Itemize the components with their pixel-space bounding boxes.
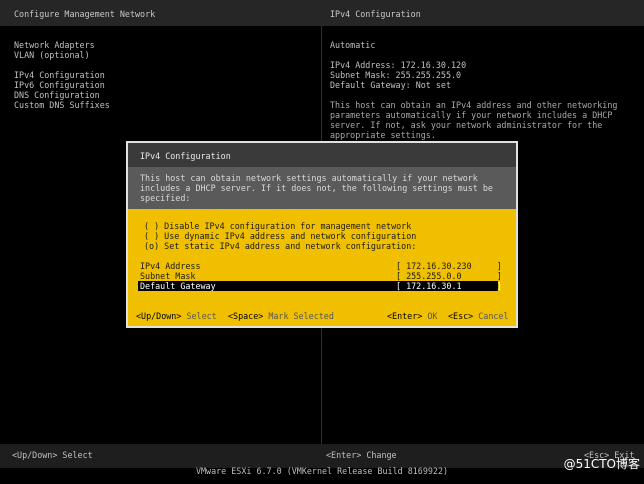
info-default-gateway: Default Gateway: Not set [330, 80, 452, 90]
menu-item-ipv4-configuration[interactable]: IPv4 Configuration [14, 70, 110, 80]
ipv4-address-label: IPv4 Address [140, 261, 201, 271]
option-dynamic-ipv4[interactable]: ( ) Use dynamic IPv4 address and network… [144, 231, 416, 241]
key-hint-space: <Space> Mark Selected [228, 311, 334, 321]
key-esc-action: Cancel [478, 311, 509, 321]
default-gateway-field[interactable]: [ 172.16.30.1 ] [396, 281, 502, 291]
menu-item-dns-configuration[interactable]: DNS Configuration [14, 90, 110, 100]
menu-item-custom-dns-suffixes[interactable]: Custom DNS Suffixes [14, 100, 110, 110]
key-updown: <Up/Down> [136, 311, 182, 321]
top-header-bar: Configure Management Network IPv4 Config… [0, 0, 644, 26]
key-hint-updown: <Up/Down> Select [136, 311, 217, 321]
option-static-ipv4[interactable]: (o) Set static IPv4 address and network … [144, 241, 416, 251]
header-right-title: IPv4 Configuration [330, 9, 421, 19]
ipv4-config-dialog: IPv4 Configuration This host can obtain … [126, 141, 518, 328]
default-gateway-label: Default Gateway [140, 281, 216, 291]
dialog-title: IPv4 Configuration [140, 151, 231, 161]
version-footer: VMware ESXi 6.7.0 (VMKernel Release Buil… [195, 466, 449, 476]
dialog-title-bar: IPv4 Configuration [128, 143, 516, 167]
menu-item-vlan[interactable]: VLAN (optional) [14, 50, 110, 60]
bottom-hint-change: <Enter> Change [326, 450, 397, 460]
key-updown-action: Select [186, 311, 217, 321]
info-subnet-mask: Subnet Mask: 255.255.255.0 [330, 70, 462, 80]
dialog-body: ( ) Disable IPv4 configuration for manag… [128, 209, 516, 326]
default-gateway-row-selected[interactable]: Default Gateway [ 172.16.30.1 ] [138, 281, 502, 291]
key-enter: <Enter> [387, 311, 423, 321]
key-esc: <Esc> [448, 311, 474, 321]
header-left-title: Configure Management Network [14, 9, 156, 19]
dialog-description: This host can obtain network settings au… [140, 173, 493, 203]
menu-item-network-adapters[interactable]: Network Adapters [14, 40, 110, 50]
dialog-description-box: This host can obtain network settings au… [128, 167, 516, 209]
bottom-key-bar: <Up/Down> Select <Enter> Change <Esc> Ex… [0, 444, 644, 468]
subnet-mask-label: Subnet Mask [140, 271, 196, 281]
watermark-text: @51CTO博客 [563, 457, 640, 471]
key-space-action: Mark Selected [268, 311, 334, 321]
option-disable-ipv4[interactable]: ( ) Disable IPv4 configuration for manag… [144, 221, 411, 231]
bottom-hint-select: <Up/Down> Select [12, 450, 93, 460]
key-enter-action: OK [427, 311, 438, 321]
info-ipv4-address: IPv4 Address: 172.16.30.120 [330, 60, 467, 70]
info-pane: Automatic IPv4 Address: 172.16.30.120 Su… [330, 40, 630, 140]
config-menu: Network Adapters VLAN (optional) IPv4 Co… [14, 40, 110, 110]
ipv4-address-field[interactable]: [ 172.16.30.230 ] [396, 261, 502, 271]
info-description: This host can obtain an IPv4 address and… [330, 100, 618, 140]
info-mode: Automatic [330, 40, 376, 50]
menu-item-ipv6-configuration[interactable]: IPv6 Configuration [14, 80, 110, 90]
ok-button[interactable]: <Enter> OK [387, 311, 437, 321]
cancel-button[interactable]: <Esc> Cancel [448, 311, 509, 321]
subnet-mask-field[interactable]: [ 255.255.0.0 ] [396, 271, 502, 281]
key-space: <Space> [228, 311, 264, 321]
